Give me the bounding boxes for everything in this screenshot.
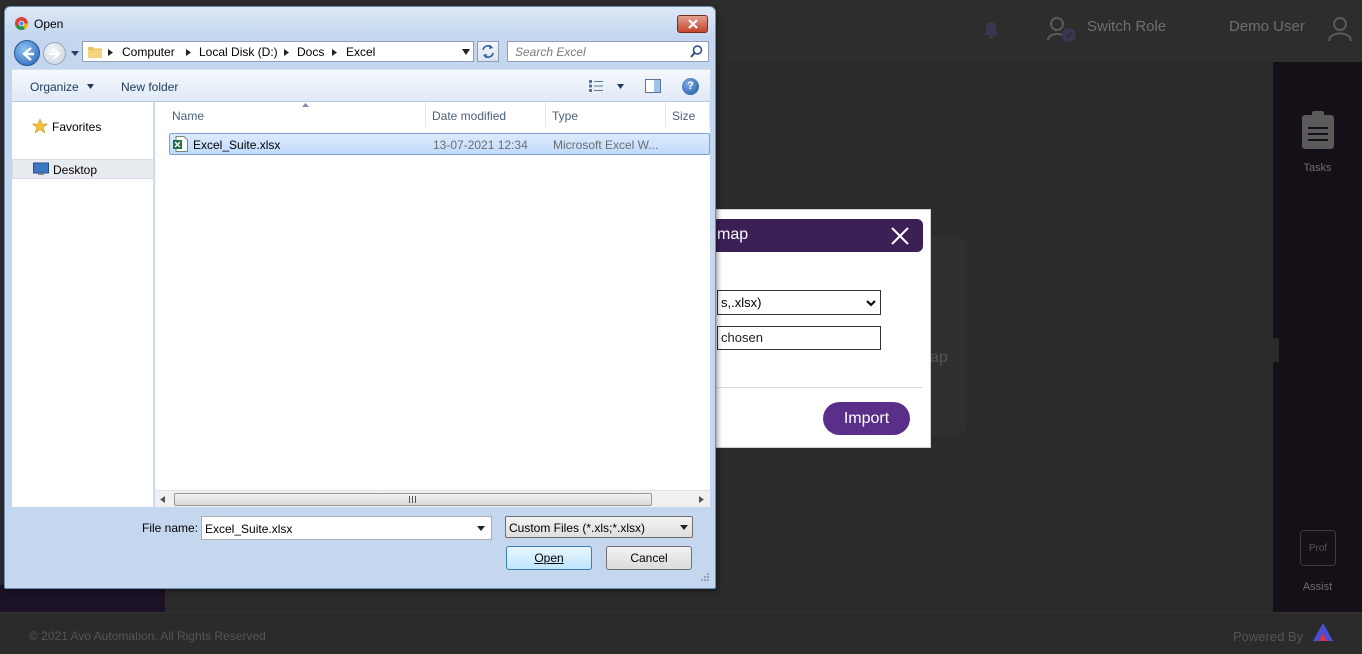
cancel-button[interactable]: Cancel: [606, 546, 692, 570]
forward-button[interactable]: [43, 42, 66, 65]
breadcrumb-excel[interactable]: Excel: [346, 45, 375, 59]
nav-item-desktop[interactable]: Desktop: [12, 159, 154, 179]
breadcrumb-computer[interactable]: Computer: [122, 45, 175, 59]
scroll-left-arrow-icon[interactable]: [160, 496, 165, 503]
preview-pane-icon[interactable]: [645, 79, 661, 93]
file-name-value: Excel_Suite.xlsx: [205, 522, 293, 536]
folder-icon: [88, 47, 102, 58]
column-header-date[interactable]: Date modified: [426, 102, 546, 127]
import-mindmap-modal: map s,.xlsx) chosen Import: [700, 209, 931, 448]
desktop-icon: [33, 162, 49, 175]
assist-label[interactable]: Assist: [1273, 581, 1362, 593]
navigation-pane: Favorites Desktop: [12, 102, 154, 507]
new-folder-button[interactable]: New folder: [121, 80, 178, 94]
search-input[interactable]: Search Excel: [507, 41, 709, 62]
resize-grip-icon[interactable]: [699, 571, 709, 581]
breadcrumb-docs[interactable]: Docs: [297, 45, 324, 59]
chevron-down-icon: [866, 300, 876, 307]
arrow-left-icon: [22, 47, 34, 61]
address-dropdown-chevron-icon[interactable]: [462, 49, 470, 55]
file-list: Name Date modified Type Size Excel_Suite…: [155, 102, 710, 507]
open-button-label: Open: [534, 551, 564, 565]
tasks-clipboard-icon[interactable]: [1301, 111, 1335, 151]
breadcrumb-separator-icon[interactable]: [108, 49, 113, 56]
file-chooser-input[interactable]: chosen: [717, 326, 881, 350]
file-type-select-value: s,.xlsx): [721, 295, 762, 310]
breadcrumb-local-disk[interactable]: Local Disk (D:): [199, 45, 278, 59]
scroll-right-arrow-icon[interactable]: [699, 496, 704, 503]
recent-locations-chevron-icon[interactable]: [71, 49, 79, 57]
sort-ascending-icon: [302, 103, 309, 107]
switch-role-label[interactable]: Switch Role: [1087, 18, 1166, 35]
app-footer: © 2021 Avo Automation. All Rights Reserv…: [0, 612, 1362, 654]
modal-title: map: [717, 226, 749, 243]
file-date-cell: 13-07-2021 12:34: [433, 138, 528, 152]
switch-role-icon[interactable]: [1047, 16, 1077, 42]
scrollbar-thumb[interactable]: [174, 493, 652, 506]
assist-icon[interactable]: Prof: [1300, 530, 1336, 566]
column-header-name-label: Name: [172, 109, 205, 123]
file-type-filter-value: Custom Files (*.xls;*.xlsx): [509, 521, 646, 535]
search-icon[interactable]: [690, 45, 703, 58]
breadcrumb-separator-icon[interactable]: [186, 49, 191, 56]
organize-menu[interactable]: Organize: [30, 80, 79, 94]
refresh-icon: [482, 45, 494, 58]
refresh-button[interactable]: [477, 41, 499, 62]
copyright-text: © 2021 Avo Automation. All Rights Reserv…: [29, 629, 266, 643]
file-name-label: File name:: [142, 521, 199, 535]
file-chooser-status: chosen: [721, 330, 763, 345]
close-icon: [688, 19, 698, 29]
chrome-icon: [15, 17, 28, 30]
breadcrumb-separator-icon[interactable]: [332, 49, 337, 56]
excel-file-icon: [173, 136, 188, 152]
chevron-down-icon[interactable]: [87, 84, 94, 89]
open-file-dialog: Open Computer Local Disk (D:) Docs Excel: [4, 6, 716, 589]
arrow-right-icon: [49, 48, 61, 60]
nav-item-label: Desktop: [53, 163, 98, 177]
scrollbar-grip-icon: [409, 496, 416, 503]
file-type-filter-select[interactable]: Custom Files (*.xls;*.xlsx): [505, 516, 693, 538]
modal-close-icon[interactable]: [889, 225, 911, 247]
user-avatar-icon[interactable]: [1327, 16, 1353, 42]
column-header-size[interactable]: Size: [666, 102, 710, 127]
horizontal-scrollbar[interactable]: [155, 490, 710, 507]
search-placeholder: Search Excel: [515, 45, 586, 59]
dialog-title: Open: [34, 17, 64, 31]
import-button[interactable]: Import: [823, 402, 910, 435]
file-type-select[interactable]: s,.xlsx): [717, 290, 881, 315]
file-name-history-chevron-icon[interactable]: [477, 526, 485, 531]
chevron-down-icon: [680, 525, 688, 530]
address-bar[interactable]: Computer Local Disk (D:) Docs Excel: [82, 41, 474, 62]
change-view-icon[interactable]: [589, 80, 603, 92]
rail-collapse-handle[interactable]: [1273, 338, 1279, 362]
nav-item-favorites[interactable]: Favorites: [12, 117, 154, 137]
user-name[interactable]: Demo User: [1229, 18, 1305, 35]
file-row-selected[interactable]: Excel_Suite.xlsx 13-07-2021 12:34 Micros…: [169, 133, 710, 155]
file-type-cell: Microsoft Excel W...: [553, 138, 659, 152]
back-button[interactable]: [14, 40, 40, 66]
breadcrumb-separator-icon[interactable]: [284, 49, 289, 56]
dialog-title-bar[interactable]: Open: [5, 7, 715, 37]
file-name-cell: Excel_Suite.xlsx: [193, 138, 281, 152]
tasks-label[interactable]: Tasks: [1273, 162, 1362, 174]
open-button[interactable]: Open: [506, 546, 592, 570]
dialog-toolbar: Organize New folder ?: [12, 69, 710, 102]
avo-logo-icon: [1313, 623, 1333, 641]
file-name-input[interactable]: Excel_Suite.xlsx: [201, 516, 492, 540]
left-sidebar-footer: [0, 585, 165, 612]
modal-divider: [717, 387, 923, 388]
view-options-chevron-icon[interactable]: [617, 84, 624, 89]
help-icon[interactable]: ?: [682, 78, 699, 95]
column-header-name[interactable]: Name: [166, 102, 426, 127]
column-header-type[interactable]: Type: [546, 102, 666, 127]
nav-item-label: Favorites: [52, 120, 102, 134]
notification-bell-icon[interactable]: [981, 20, 1001, 40]
background-card-text: ap: [930, 349, 948, 366]
modal-title-bar: map: [701, 219, 923, 252]
dialog-close-button[interactable]: [677, 15, 708, 33]
powered-by-text: Powered By: [1233, 629, 1304, 644]
star-icon: [32, 119, 48, 133]
